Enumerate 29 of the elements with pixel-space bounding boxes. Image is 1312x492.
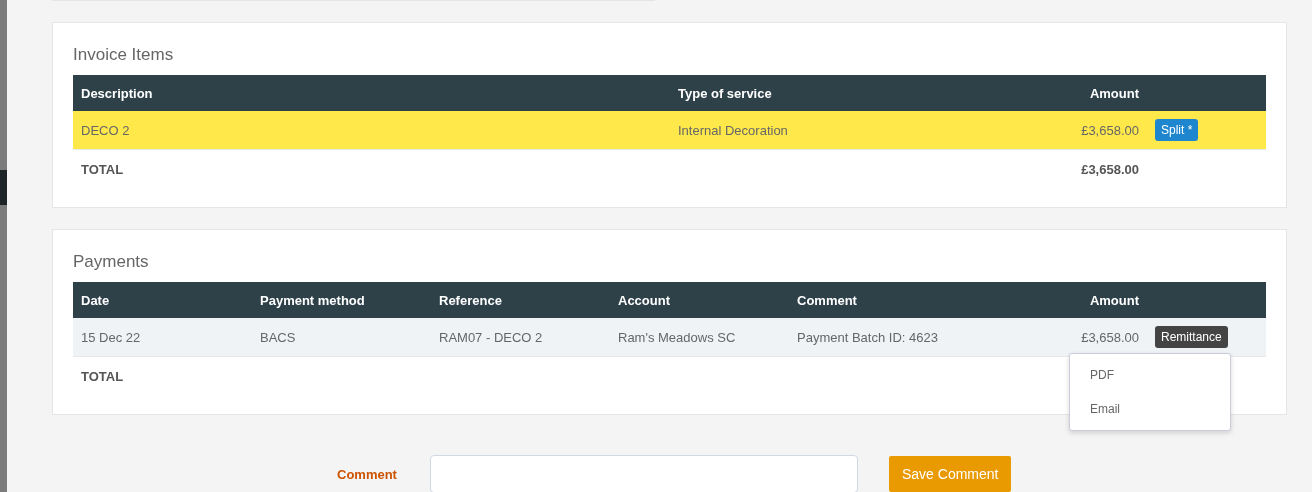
column-header: Comment [789, 282, 1000, 318]
column-header: Date [73, 282, 252, 318]
total-label: TOTAL [81, 368, 124, 384]
menu-item[interactable]: PDF [1070, 358, 1230, 392]
table-cell: RAM07 - DECO 2 [439, 329, 543, 345]
table-cell: Payment Batch ID: 4623 [797, 329, 938, 345]
column-header: Account [610, 282, 789, 318]
table-cell: Internal Decoration [678, 122, 788, 138]
column-header: Amount [1000, 282, 1147, 318]
remittance-button[interactable]: Remittance [1155, 326, 1228, 348]
column-header: Payment method [252, 282, 431, 318]
section-title: Payments [73, 252, 150, 272]
column-header: Description [73, 75, 670, 111]
section-title: Invoice Items [73, 45, 175, 65]
table-cell: £3,658.00 [1081, 122, 1139, 138]
table-cell: DECO 2 [81, 122, 130, 138]
total-label: TOTAL [81, 161, 124, 177]
column-header: Type of service [670, 75, 1000, 111]
column-header: Amount [1000, 75, 1147, 111]
table-cell: BACS [260, 329, 296, 345]
table-cell: Ram's Meadows SC [618, 329, 736, 345]
comment-field[interactable] [430, 455, 858, 492]
table-cell: £3,658.00 [1081, 329, 1139, 345]
menu-item[interactable]: Email [1070, 392, 1230, 426]
comment-label: Comment [337, 466, 398, 482]
column-header: Reference [431, 282, 610, 318]
table-cell: 15 Dec 22 [81, 329, 141, 345]
total-amount: £3,658.00 [1081, 161, 1139, 177]
split-button[interactable]: Split * [1155, 119, 1199, 141]
